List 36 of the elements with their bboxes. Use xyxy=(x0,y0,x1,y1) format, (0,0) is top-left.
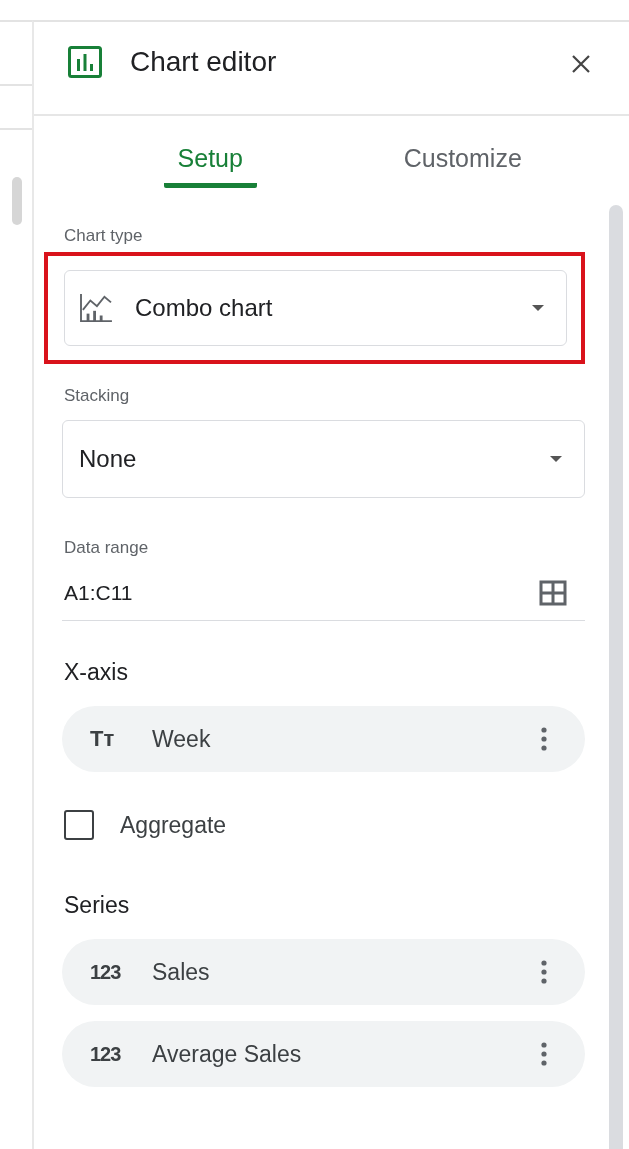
series-chip[interactable]: 123 Sales xyxy=(62,939,585,1005)
checkbox[interactable] xyxy=(64,810,94,840)
chart-type-dropdown[interactable]: Combo chart xyxy=(64,270,567,346)
dropdown-value: Combo chart xyxy=(135,294,274,322)
tab[interactable]: Setup xyxy=(163,116,257,188)
field-label: Stacking xyxy=(63,386,131,406)
scrollbar-thumb[interactable] xyxy=(12,177,22,225)
chip-label: Average Sales xyxy=(152,1040,303,1068)
checkbox-label: Aggregate xyxy=(120,811,227,839)
type-glyph: Tт xyxy=(90,726,116,752)
panel-title: Chart editor xyxy=(130,46,278,78)
axis-chip[interactable]: Tт Week xyxy=(62,706,585,772)
more-icon[interactable] xyxy=(541,727,547,751)
section-heading: Series xyxy=(63,892,131,919)
data-range-field[interactable]: A1:C11 xyxy=(62,558,585,621)
bar-chart-icon xyxy=(68,46,102,78)
combo-chart-icon xyxy=(79,293,113,323)
field-label: Chart type xyxy=(63,226,144,246)
field-label: Data range xyxy=(63,538,150,558)
type-glyph: 123 xyxy=(90,1042,122,1066)
type-glyph: 123 xyxy=(90,960,122,984)
more-icon[interactable] xyxy=(541,1042,547,1066)
close-icon[interactable] xyxy=(571,54,591,74)
section-heading: X-axis xyxy=(63,659,129,686)
tab[interactable]: Customize xyxy=(389,116,536,188)
series-chip[interactable]: 123 Average Sales xyxy=(62,1021,585,1087)
chip-label: Week xyxy=(152,725,212,753)
data-range-value: A1:C11 xyxy=(64,581,133,605)
chip-label: Sales xyxy=(152,958,211,986)
grid-icon[interactable] xyxy=(539,580,567,606)
caret-icon xyxy=(532,305,544,311)
scrollbar[interactable] xyxy=(609,205,623,1149)
dropdown-value: None xyxy=(79,445,138,473)
caret-icon xyxy=(550,456,562,462)
stacking-dropdown[interactable]: None xyxy=(62,420,585,498)
more-icon[interactable] xyxy=(541,960,547,984)
